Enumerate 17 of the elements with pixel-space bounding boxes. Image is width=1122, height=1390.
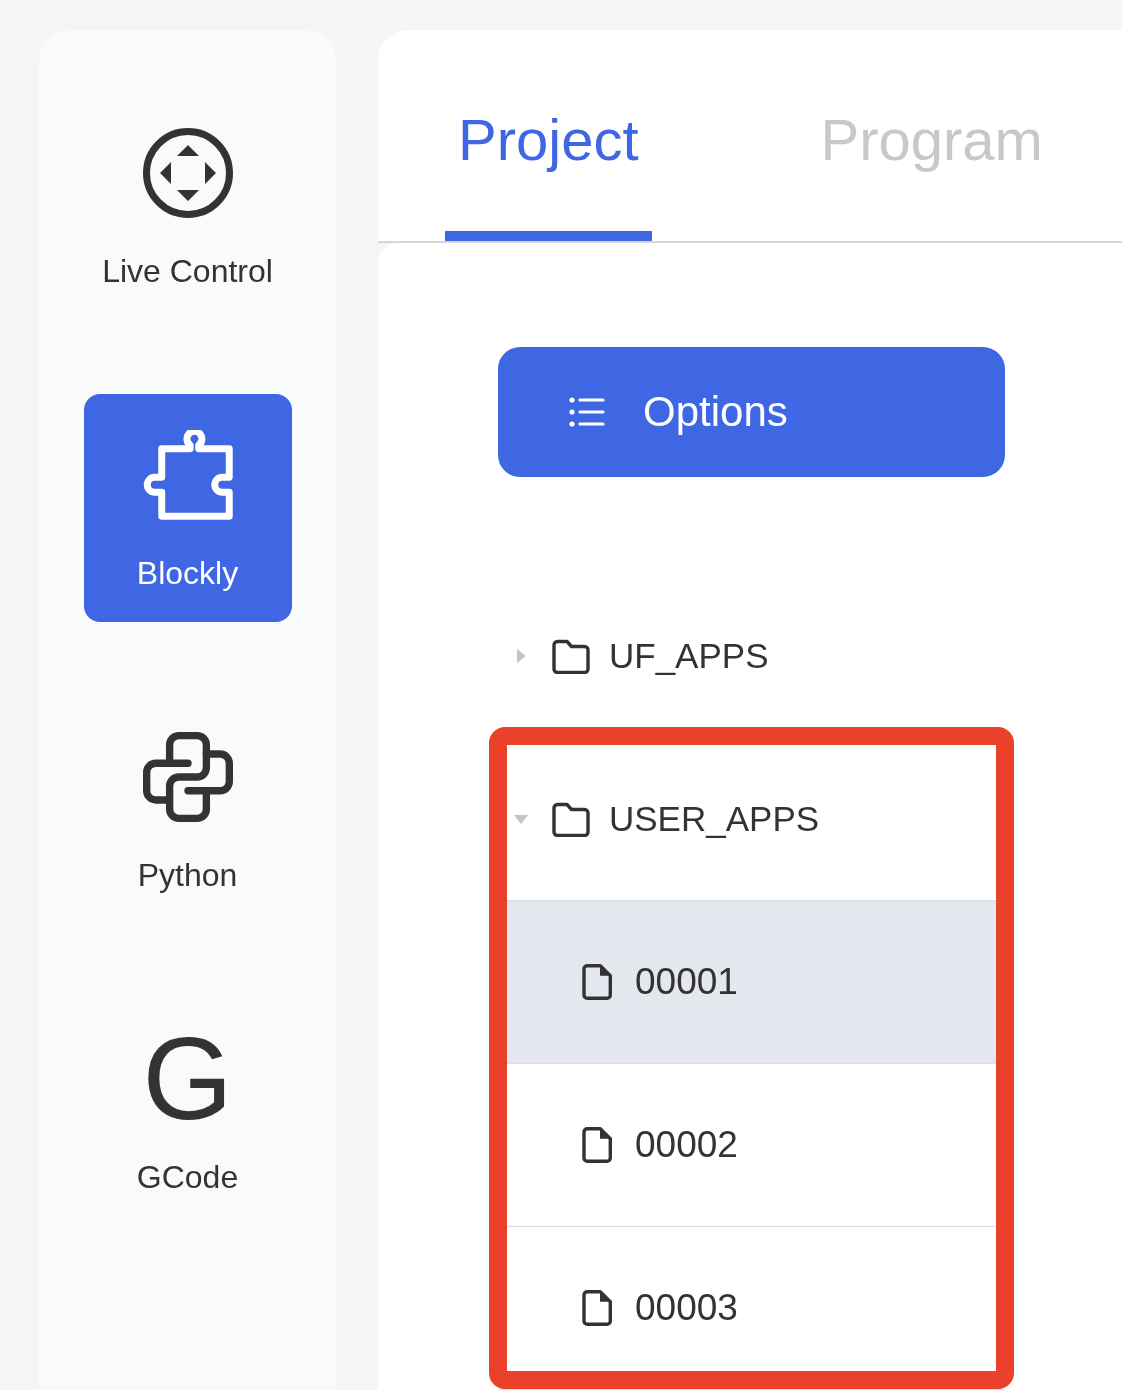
file-icon	[582, 1290, 612, 1326]
folder-icon	[552, 801, 590, 837]
file-icon	[582, 964, 612, 1000]
caret-right-icon[interactable]	[516, 649, 526, 663]
sidebar-nav-item[interactable]: Live Control	[83, 92, 292, 320]
file-icon	[582, 1127, 612, 1163]
list-icon	[569, 396, 605, 428]
puzzle-piece-icon	[142, 430, 233, 520]
folder-icon	[552, 638, 590, 674]
options-button[interactable]: Options	[498, 347, 1005, 477]
dpad-icon	[142, 128, 233, 218]
sidebar-nav-item[interactable]: Blockly	[83, 394, 292, 622]
letter-g-icon: G	[142, 1037, 233, 1121]
python-logo-icon	[142, 732, 233, 822]
sidebar-nav-item[interactable]: G GCode	[83, 998, 292, 1226]
caret-down-icon[interactable]	[514, 814, 528, 824]
sidebar-nav-item[interactable]: Python	[83, 696, 292, 924]
